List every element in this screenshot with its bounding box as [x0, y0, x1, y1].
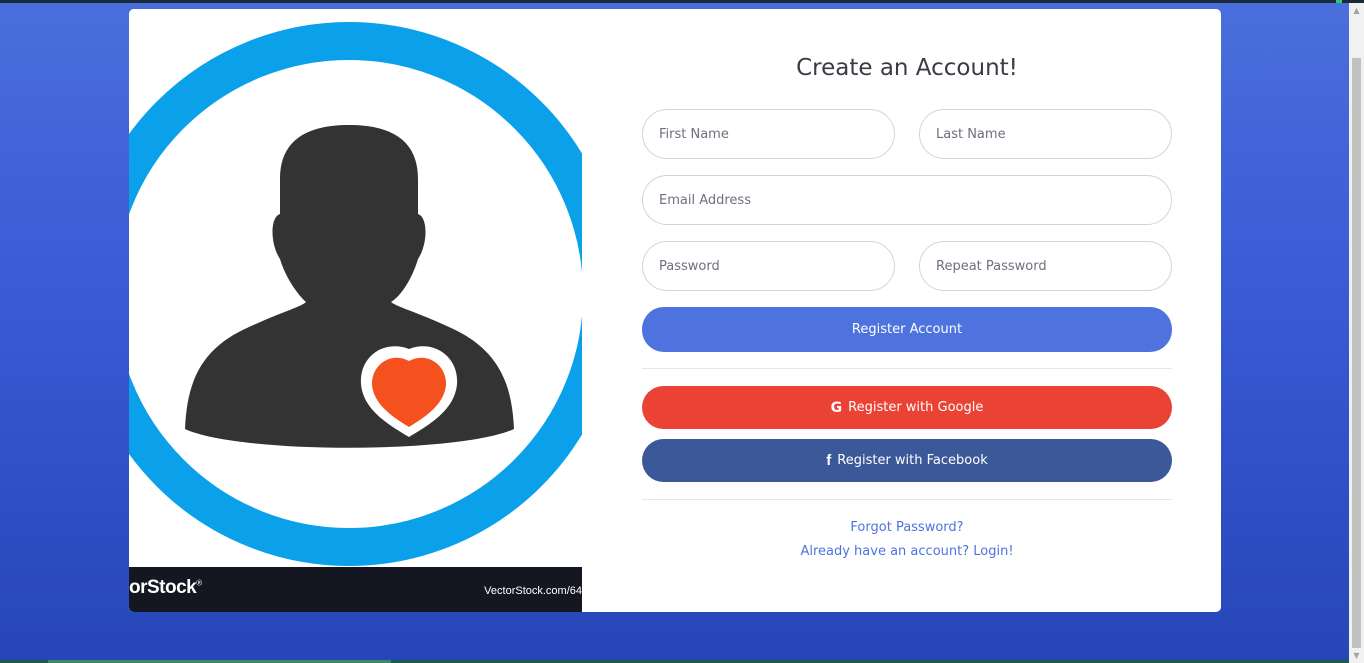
page-title: Create an Account!	[796, 55, 1018, 81]
register-account-button[interactable]: Register Account	[642, 307, 1172, 352]
first-name-input[interactable]	[643, 110, 894, 158]
user-silhouette	[185, 125, 514, 448]
google-icon: G	[830, 399, 843, 416]
watermark-url: VectorStock.com/64	[484, 585, 582, 597]
repeat-password-field[interactable]	[919, 241, 1172, 291]
watermark-bar: orStock® VectorStock.com/64	[129, 567, 582, 612]
forgot-password-link[interactable]: Forgot Password?	[642, 520, 1172, 535]
user-heart-illustration	[129, 22, 582, 566]
last-name-input[interactable]	[920, 110, 1171, 158]
scrollbar-thumb[interactable]	[1352, 58, 1361, 648]
register-account-label: Register Account	[851, 322, 963, 337]
watermark-brand: orStock®	[129, 577, 202, 598]
password-field[interactable]	[642, 241, 895, 291]
last-name-field[interactable]	[919, 109, 1172, 159]
browser-top-line	[0, 0, 1364, 3]
register-form: Create an Account! Register Account G Re…	[642, 9, 1172, 612]
scroll-down-arrow-icon[interactable]: ▼	[1349, 648, 1364, 663]
register-image: orStock® VectorStock.com/64	[129, 9, 582, 612]
register-facebook-button[interactable]: f Register with Facebook	[642, 439, 1172, 482]
first-name-field[interactable]	[642, 109, 895, 159]
login-link[interactable]: Already have an account? Login!	[642, 544, 1172, 559]
status-dot	[1336, 0, 1342, 3]
vertical-scrollbar[interactable]: ▲ ▼	[1349, 3, 1364, 663]
email-input[interactable]	[643, 176, 1171, 224]
email-field[interactable]	[642, 175, 1172, 225]
password-input[interactable]	[643, 242, 894, 290]
register-card: orStock® VectorStock.com/64 Create an Ac…	[129, 9, 1221, 612]
register-google-button[interactable]: G Register with Google	[642, 386, 1172, 429]
register-google-label: Register with Google	[848, 400, 984, 415]
scroll-up-arrow-icon[interactable]: ▲	[1349, 3, 1364, 18]
repeat-password-input[interactable]	[920, 242, 1171, 290]
facebook-icon: f	[826, 452, 832, 469]
divider-bottom	[642, 499, 1172, 500]
register-facebook-label: Register with Facebook	[837, 453, 988, 468]
divider-top	[642, 368, 1172, 369]
